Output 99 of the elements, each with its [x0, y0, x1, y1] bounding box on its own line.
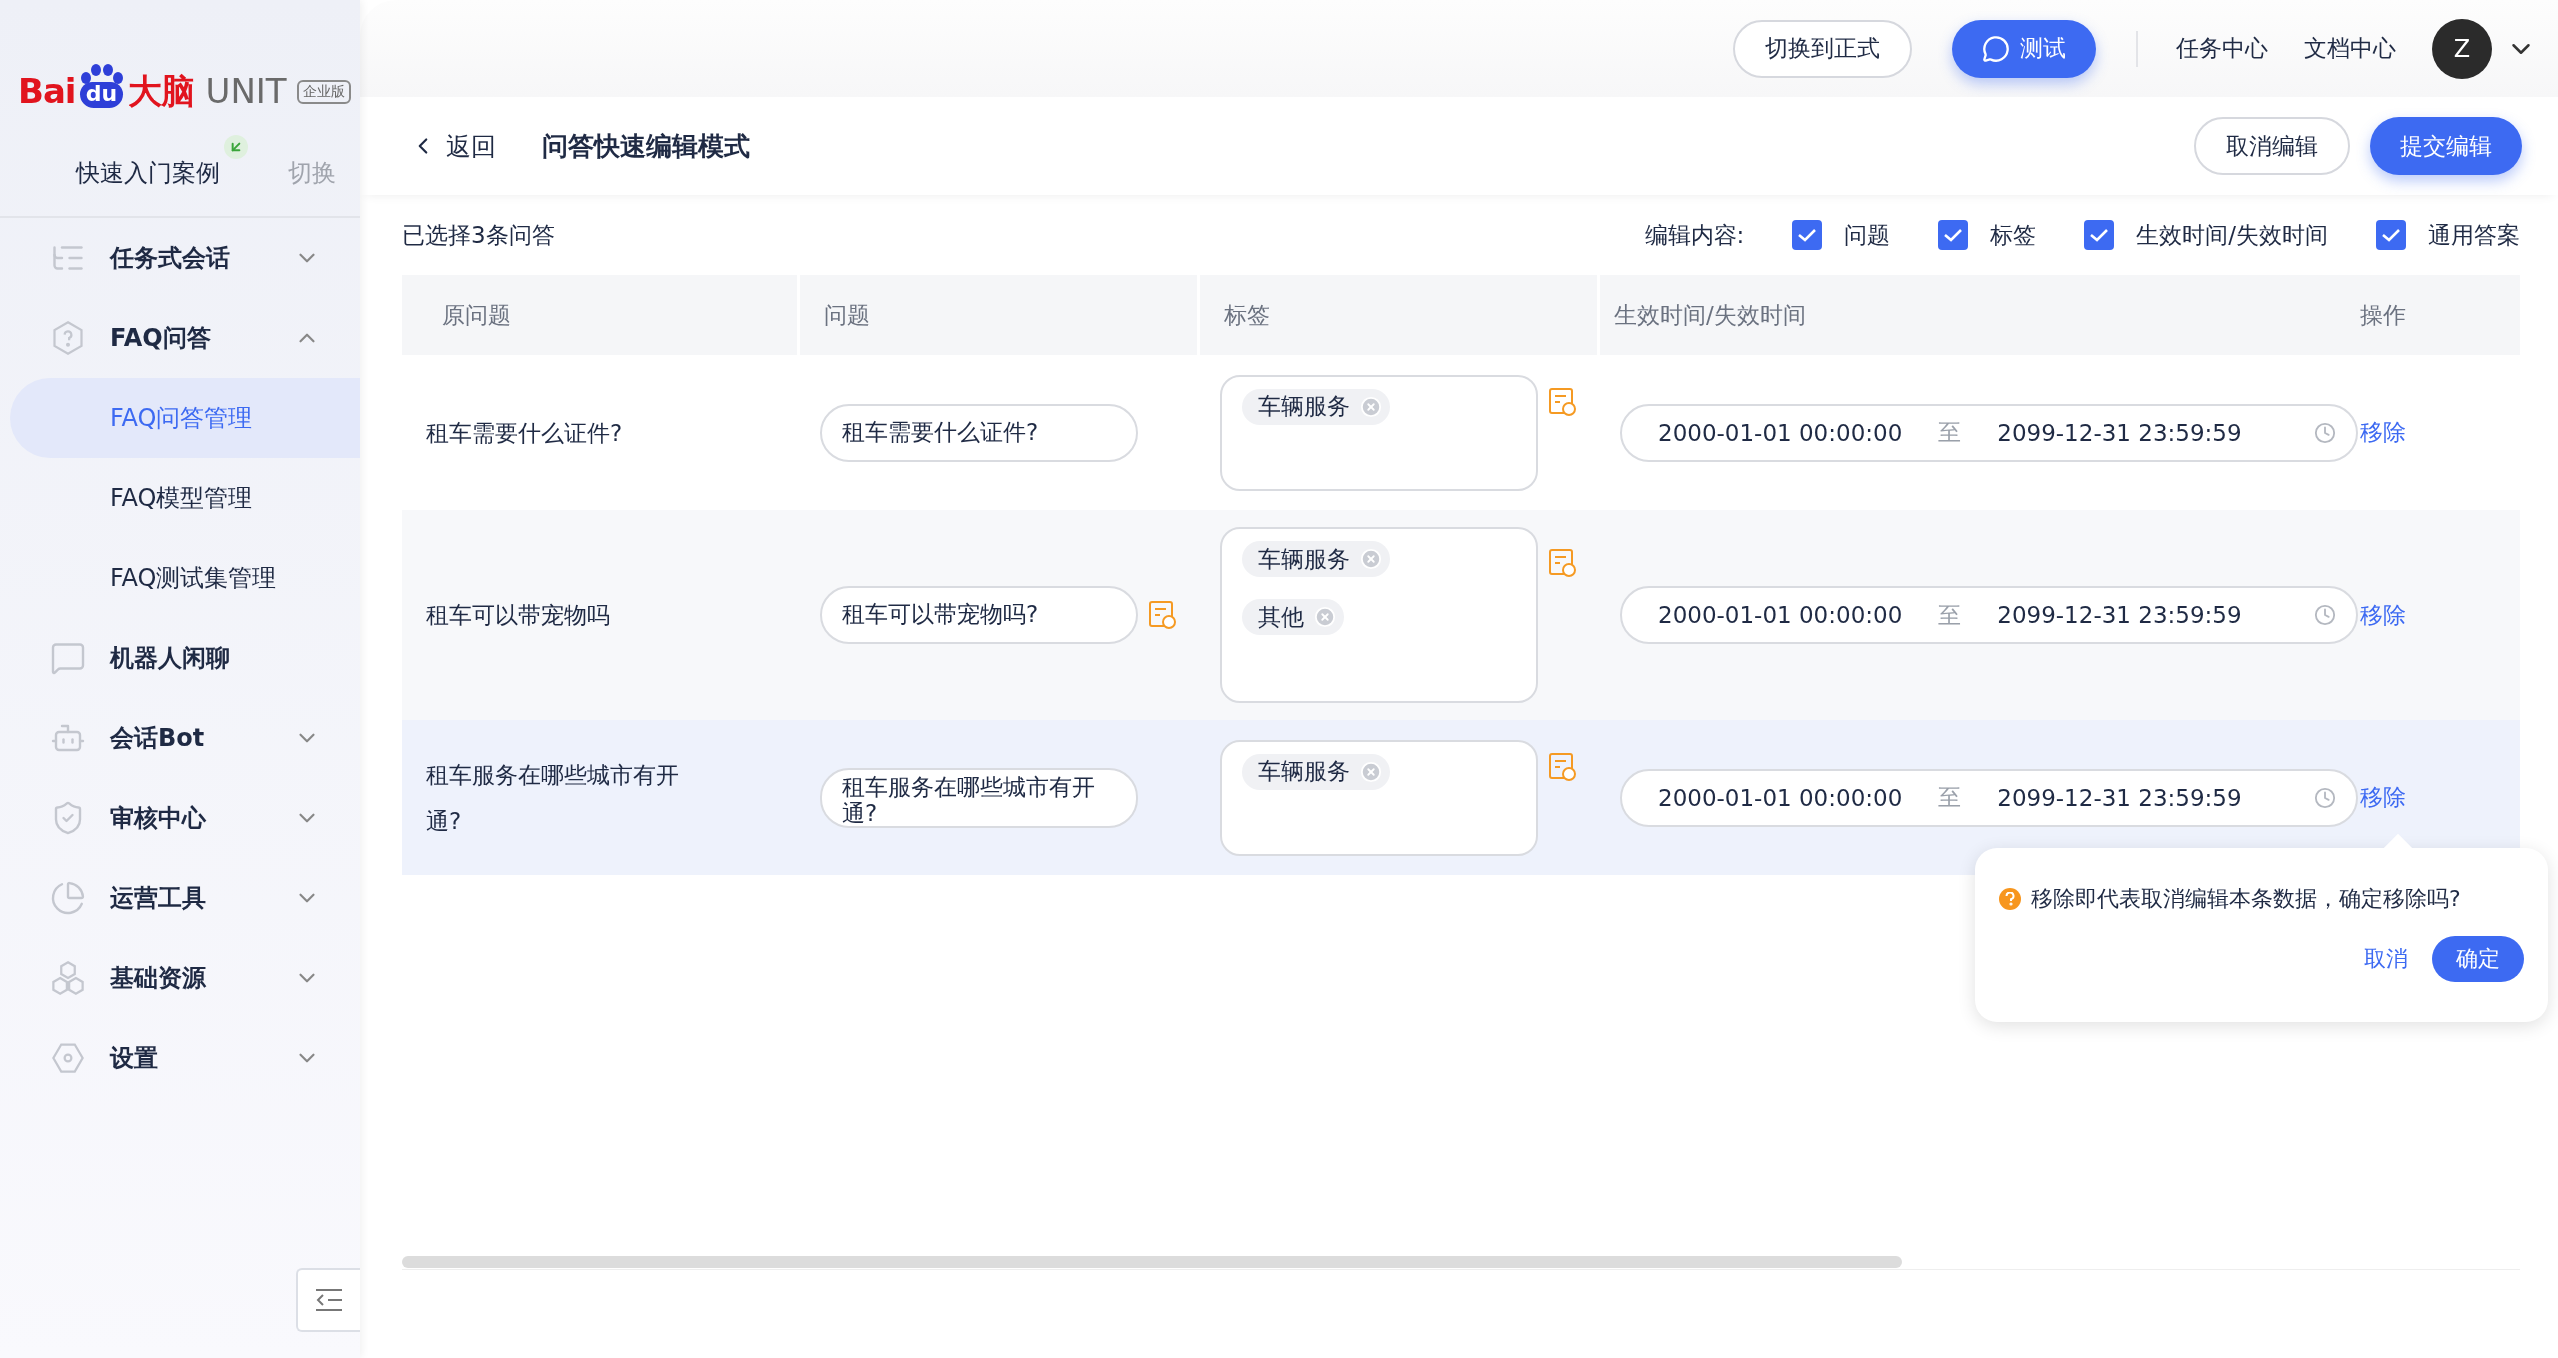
- end-time: 2099-12-31 23:59:59: [1997, 602, 2243, 628]
- date-range-field[interactable]: 2000-01-01 00:00:00 至 2099-12-31 23:59:59: [1620, 403, 2358, 462]
- checkbox[interactable]: [2376, 220, 2406, 250]
- question-field[interactable]: 租车服务在哪些城市有开通?: [820, 767, 1138, 828]
- table-cell-text: 租车服务在哪些城市有开通?: [426, 760, 680, 836]
- column-header: 操作: [2360, 275, 2520, 355]
- check-icon: [2381, 227, 2401, 243]
- sidebar-item[interactable]: 运营工具: [0, 858, 360, 938]
- question-field[interactable]: 租车需要什么证件?: [820, 403, 1138, 462]
- close-icon[interactable]: [1360, 760, 1382, 783]
- project-name: 快速入门案例: [76, 157, 220, 189]
- checkbox[interactable]: [1792, 220, 1823, 250]
- column-header: 问题: [800, 275, 1200, 355]
- selection-count: 已选择3条问答: [402, 220, 555, 250]
- tag-chip: 车辆服务: [1242, 388, 1390, 425]
- logo-wordmark: 大脑: [127, 74, 194, 108]
- sidebar-item[interactable]: 会话Bot: [0, 698, 360, 778]
- start-time: 2000-01-01 00:00:00: [1658, 419, 1903, 446]
- edit-content-label: 编辑内容:: [1644, 220, 1745, 250]
- switch-mode-button[interactable]: 切换到正式: [1733, 19, 1912, 78]
- sidebar-subitem[interactable]: FAQ问答管理: [10, 378, 360, 458]
- check-icon: [2089, 227, 2110, 243]
- collapse-button[interactable]: [296, 1268, 360, 1332]
- checkbox-label: 问题: [1844, 220, 1891, 250]
- note-icon[interactable]: [1548, 752, 1578, 782]
- remove-link[interactable]: 移除: [2360, 417, 2406, 448]
- close-icon[interactable]: [1360, 548, 1382, 570]
- sidebar-item[interactable]: FAQ问答: [0, 298, 360, 378]
- range-separator: 至: [1938, 783, 1962, 812]
- chat-icon: [50, 640, 86, 676]
- check-icon: [1943, 227, 1964, 243]
- sidebar-item[interactable]: 机器人闲聊: [0, 618, 360, 698]
- tag-input-field[interactable]: 车辆服务 其他: [1220, 527, 1538, 703]
- clock-icon: [2314, 421, 2336, 444]
- remove-link[interactable]: 移除: [2360, 782, 2406, 813]
- tag-input-field[interactable]: 车辆服务: [1220, 739, 1538, 856]
- check-icon: [1797, 227, 1818, 243]
- page-title: 问答快速编辑模式: [542, 129, 751, 163]
- confirm-button[interactable]: 确定: [2432, 936, 2524, 982]
- note-icon[interactable]: [1148, 600, 1178, 630]
- logo-paw: du: [79, 81, 124, 108]
- note-icon[interactable]: [1548, 548, 1578, 578]
- sidebar-subitem[interactable]: FAQ模型管理: [10, 458, 360, 538]
- pie-chart-icon: [50, 880, 86, 916]
- sidebar-item[interactable]: 审核中心: [0, 778, 360, 858]
- end-time: 2099-12-31 23:59:59: [1997, 784, 2243, 811]
- settings-icon: [50, 1040, 86, 1076]
- paw-icon: [79, 63, 124, 84]
- product-name: UNIT: [205, 74, 287, 108]
- user-avatar[interactable]: Z: [2432, 18, 2492, 79]
- checkbox[interactable]: [2084, 220, 2115, 250]
- chat-icon: [1982, 34, 2010, 63]
- start-time: 2000-01-01 00:00:00: [1658, 602, 1903, 628]
- clock-icon: [2314, 604, 2336, 626]
- edition-badge: 企业版: [296, 80, 351, 104]
- popover-message: 移除即代表取消编辑本条数据，确定移除吗?: [2031, 885, 2461, 913]
- tag-input-field[interactable]: 车辆服务: [1220, 374, 1538, 491]
- logo-wordmark: Bai: [18, 74, 76, 108]
- table-cell-text: 租车需要什么证件?: [426, 418, 624, 448]
- nav-link[interactable]: 文档中心: [2304, 33, 2396, 64]
- nav-link[interactable]: 任务中心: [2176, 33, 2268, 64]
- column-header: 原问题: [402, 275, 800, 355]
- end-time: 2099-12-31 23:59:59: [1997, 419, 2243, 446]
- question-icon: [1999, 888, 2021, 910]
- cancel-button[interactable]: 取消编辑: [2194, 117, 2350, 175]
- column-header: 生效时间/失效时间: [1600, 275, 2360, 355]
- sidebar-item[interactable]: 基础资源: [0, 938, 360, 1018]
- remove-link[interactable]: 移除: [2360, 599, 2406, 631]
- hexagons-icon: [50, 960, 86, 996]
- scrollbar-thumb[interactable]: [402, 1256, 1902, 1268]
- question-field[interactable]: 租车可以带宠物吗?: [820, 586, 1138, 644]
- note-icon[interactable]: [1548, 387, 1578, 417]
- checkbox-label: 通用答案: [2428, 220, 2520, 250]
- submit-button[interactable]: 提交编辑: [2370, 117, 2522, 175]
- tag-chip: 车辆服务: [1242, 753, 1390, 790]
- clock-icon: [2314, 786, 2336, 809]
- back-link[interactable]: 返回: [410, 129, 496, 163]
- checkbox[interactable]: [1938, 220, 1969, 250]
- date-range-field[interactable]: 2000-01-01 00:00:00 至 2099-12-31 23:59:59: [1620, 768, 2358, 827]
- collapse-icon: [314, 1287, 344, 1313]
- date-range-field[interactable]: 2000-01-01 00:00:00 至 2099-12-31 23:59:59: [1620, 586, 2358, 644]
- checkbox-label: 生效时间/失效时间: [2136, 220, 2328, 250]
- sidebar-item[interactable]: 设置: [0, 1018, 360, 1098]
- help-icon: [50, 320, 86, 356]
- cancel-button[interactable]: 取消: [2364, 936, 2408, 982]
- sidebar-item[interactable]: 任务式会话: [0, 218, 360, 298]
- checkbox-label: 标签: [1990, 220, 2037, 250]
- tag-chip: 车辆服务: [1242, 541, 1390, 577]
- start-time: 2000-01-01 00:00:00: [1658, 784, 1903, 811]
- tag-chip: 其他: [1242, 599, 1344, 635]
- test-button[interactable]: 测试: [1952, 19, 2096, 78]
- range-separator: 至: [1938, 600, 1962, 630]
- sidebar-subitem[interactable]: FAQ测试集管理: [10, 538, 360, 618]
- close-icon[interactable]: [1360, 395, 1382, 418]
- table-cell-text: 租车可以带宠物吗: [426, 601, 611, 630]
- close-icon[interactable]: [1314, 606, 1336, 628]
- column-header: 标签: [1200, 275, 1600, 355]
- range-separator: 至: [1938, 418, 1962, 447]
- shortcut-icon: [224, 135, 248, 159]
